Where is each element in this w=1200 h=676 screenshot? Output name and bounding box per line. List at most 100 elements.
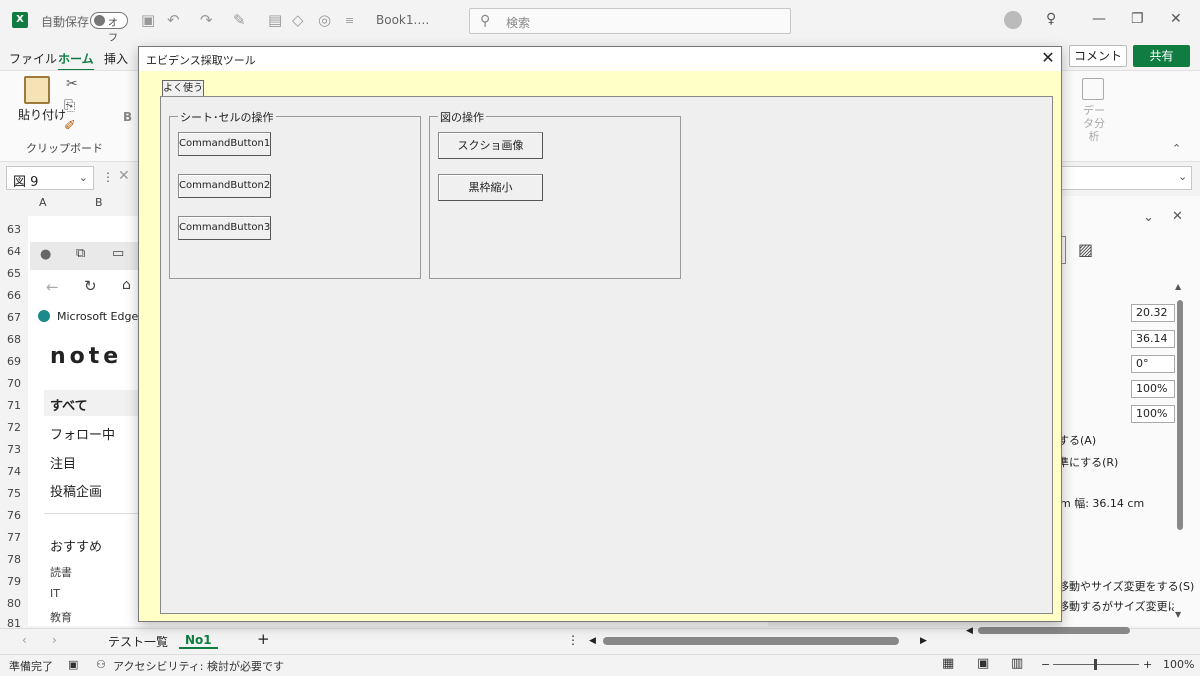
close-window-icon[interactable]: ✕ (1170, 11, 1182, 27)
page-break-icon[interactable]: ▥ (1011, 656, 1023, 671)
row-number[interactable]: 76 (0, 509, 28, 522)
share-button[interactable]: 共有 (1133, 45, 1190, 67)
shape-icon[interactable]: ◇ (292, 11, 304, 29)
document-icon[interactable]: ▤ (268, 11, 282, 29)
row-number[interactable]: 71 (0, 399, 28, 412)
format-painter-icon[interactable]: ✎ (233, 11, 246, 29)
undo-icon[interactable]: ↶ (167, 11, 180, 29)
record-icon[interactable]: ◎ (318, 11, 331, 29)
tab-insert[interactable]: 挿入 (104, 50, 128, 67)
screenshot-image-button[interactable]: スクショ画像 (438, 132, 543, 159)
normal-view-icon[interactable]: ▦ (942, 656, 954, 671)
row-number[interactable]: 72 (0, 421, 28, 434)
zoom-out-icon[interactable]: − (1041, 658, 1050, 671)
more-options-icon[interactable]: ⋮ (102, 170, 114, 184)
cancel-icon[interactable]: ✕ (118, 168, 130, 184)
comment-button[interactable]: コメント (1069, 45, 1127, 67)
row-number[interactable]: 79 (0, 575, 28, 588)
sheet-tab-test-list[interactable]: テスト一覧 (108, 633, 168, 650)
lock-aspect-label[interactable]: する(A) (1058, 432, 1096, 448)
scroll-left-icon[interactable]: ◀ (589, 636, 596, 646)
tab-home[interactable]: ホーム (58, 50, 94, 71)
save-icon[interactable]: ▣ (141, 11, 155, 29)
row-number[interactable]: 74 (0, 465, 28, 478)
format-brush-icon[interactable]: ✐ (64, 118, 76, 134)
row-number[interactable]: 75 (0, 487, 28, 500)
scroll-right-icon[interactable]: ▶ (920, 636, 927, 646)
row-number[interactable]: 68 (0, 333, 28, 346)
data-analysis-icon[interactable] (1082, 78, 1104, 100)
width-field[interactable]: 36.14 c (1131, 330, 1175, 348)
name-box[interactable]: 図 9 ⌄ (6, 166, 94, 190)
horizontal-scrollbar-thumb[interactable] (603, 637, 899, 645)
expand-formula-icon[interactable]: ⌄ (1178, 170, 1187, 183)
column-header-b[interactable]: B (95, 196, 103, 216)
move-only-option[interactable]: 移動するがサイズ変更はしな (1058, 598, 1174, 614)
add-sheet-icon[interactable]: + (257, 630, 270, 648)
row-number[interactable]: 69 (0, 355, 28, 368)
row-number[interactable]: 63 (0, 223, 28, 236)
next-sheet-icon[interactable]: › (52, 633, 57, 647)
command-button-2[interactable]: CommandButton2 (178, 174, 271, 198)
zoom-in-icon[interactable]: + (1143, 658, 1152, 671)
scale-height-field[interactable]: 100% (1131, 380, 1175, 398)
nav-item: すべて (50, 399, 88, 414)
accessibility-status[interactable]: アクセシビリティ: 検討が必要です (113, 658, 284, 674)
formula-input[interactable] (1060, 166, 1192, 190)
scroll-down-icon[interactable]: ▼ (1175, 610, 1181, 619)
row-number[interactable]: 65 (0, 267, 28, 280)
tab-file[interactable]: ファイル (9, 50, 57, 67)
macro-record-icon[interactable]: ▣ (68, 658, 78, 671)
restore-icon[interactable]: ❐ (1131, 11, 1144, 27)
height-field[interactable]: 20.32 c (1131, 304, 1175, 322)
pane-close-icon[interactable]: ✕ (1172, 209, 1183, 224)
redo-icon[interactable]: ↷ (200, 11, 213, 29)
sheet-options-icon[interactable]: ⋮ (567, 633, 579, 647)
close-icon[interactable]: ✕ (1038, 48, 1058, 68)
prev-sheet-icon[interactable]: ‹ (22, 633, 27, 647)
scroll-up-icon[interactable]: ▲ (1175, 282, 1181, 291)
scale-width-field[interactable]: 100% (1131, 405, 1175, 423)
page-layout-icon[interactable]: ▣ (977, 656, 989, 671)
pane-collapse-icon[interactable]: ⌄ (1143, 210, 1154, 225)
cut-icon[interactable]: ✂ (66, 76, 78, 92)
pane-scroll-left-icon[interactable]: ◀ (966, 626, 973, 636)
pane-scrollbar-thumb[interactable] (1177, 300, 1183, 530)
copy-icon[interactable]: ⎘ (64, 98, 75, 114)
row-number[interactable]: 77 (0, 531, 28, 544)
column-header-a[interactable]: A (39, 196, 47, 216)
account-avatar[interactable] (1004, 11, 1022, 29)
minimize-icon[interactable]: — (1092, 11, 1106, 27)
relative-size-label[interactable]: 準にする(R) (1058, 454, 1118, 470)
row-number[interactable]: 78 (0, 553, 28, 566)
autosave-toggle[interactable]: オフ (90, 12, 128, 44)
search-box[interactable]: ⚲ 検索 (469, 8, 791, 34)
row-number[interactable]: 70 (0, 377, 28, 390)
pane-hscroll-thumb[interactable] (978, 627, 1130, 634)
move-size-option[interactable]: 移動やサイズ変更をする(S) (1058, 578, 1194, 594)
zoom-slider-thumb[interactable] (1094, 659, 1097, 670)
rotation-field[interactable]: 0° (1131, 355, 1175, 373)
bold-icon[interactable]: B (123, 110, 132, 124)
zoom-level[interactable]: 100% (1163, 658, 1194, 671)
command-button-3[interactable]: CommandButton3 (178, 216, 271, 240)
row-number[interactable]: 73 (0, 443, 28, 456)
collapse-ribbon-icon[interactable]: ⌃ (1172, 142, 1181, 155)
customize-icon[interactable]: ≡ (345, 14, 354, 27)
sheet-tab-no1[interactable]: No1 (179, 633, 218, 649)
divider (44, 513, 138, 514)
accessibility-icon[interactable]: ⚇ (96, 658, 106, 671)
tab-frequently-used[interactable]: よく使う (162, 80, 204, 96)
command-button-1[interactable]: CommandButton1 (178, 132, 271, 156)
data-analysis-label[interactable]: データ分析 (1080, 104, 1108, 143)
row-number[interactable]: 66 (0, 289, 28, 302)
paste-label[interactable]: 貼り付け (18, 106, 66, 123)
pane-tab-edge[interactable] (1062, 236, 1066, 264)
picture-icon[interactable]: ▨ (1078, 240, 1093, 259)
row-number[interactable]: 67 (0, 311, 28, 324)
row-number[interactable]: 64 (0, 245, 28, 258)
paste-icon[interactable] (24, 76, 50, 104)
shrink-black-border-button[interactable]: 黒枠縮小 (438, 174, 543, 201)
row-number[interactable]: 80 (0, 597, 28, 610)
lightbulb-icon[interactable]: ♀ (1046, 11, 1056, 27)
